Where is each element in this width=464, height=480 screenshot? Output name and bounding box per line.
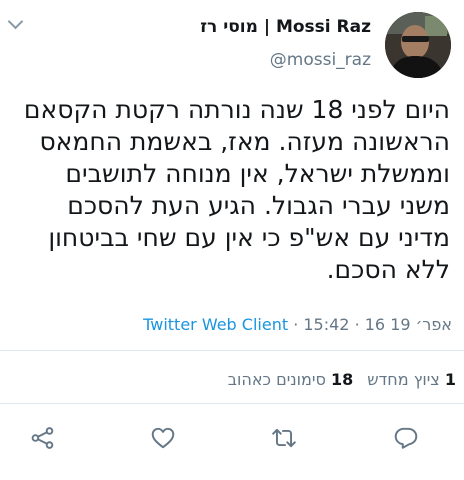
divider xyxy=(0,403,464,404)
tweet-meta: Twitter Web Client · 15:42 · 16 אפר׳ 19 xyxy=(143,315,452,334)
retweet-count: 1 xyxy=(444,370,456,389)
avatar-photo xyxy=(385,12,451,78)
retweet-label: ציוץ מחדש xyxy=(367,370,440,389)
reply-icon xyxy=(394,427,418,449)
tweet-timestamp[interactable]: 15:42 · 16 אפר׳ 19 xyxy=(303,315,452,334)
like-button[interactable] xyxy=(145,420,181,456)
likes-stat[interactable]: 18 סימונים כאהוב xyxy=(228,370,353,389)
author-display-name[interactable]: מוסי רז | Mossi Raz xyxy=(200,17,371,37)
tweet-actions xyxy=(0,420,464,456)
author-handle[interactable]: @mossi_raz xyxy=(270,50,371,70)
retweet-icon xyxy=(272,428,296,448)
engagement-stats: 1 ציוץ מחדש 18 סימונים כאהוב xyxy=(228,370,456,389)
reply-button[interactable] xyxy=(388,420,424,456)
meta-separator: · xyxy=(288,315,304,334)
tweet-text: היום לפני 18 שנה נורתה רקטת הקסאם הראשונ… xyxy=(23,95,450,284)
divider xyxy=(0,350,464,351)
share-icon xyxy=(31,427,54,449)
avatar[interactable] xyxy=(385,12,451,78)
like-icon xyxy=(151,427,175,449)
share-button[interactable] xyxy=(25,420,61,456)
client-link[interactable]: Twitter Web Client xyxy=(143,315,288,334)
retweet-button[interactable] xyxy=(266,420,302,456)
chevron-down-icon[interactable] xyxy=(7,13,24,30)
like-count: 18 xyxy=(330,370,354,389)
retweets-stat[interactable]: 1 ציוץ מחדש xyxy=(367,370,456,389)
like-label: סימונים כאהוב xyxy=(227,370,326,389)
